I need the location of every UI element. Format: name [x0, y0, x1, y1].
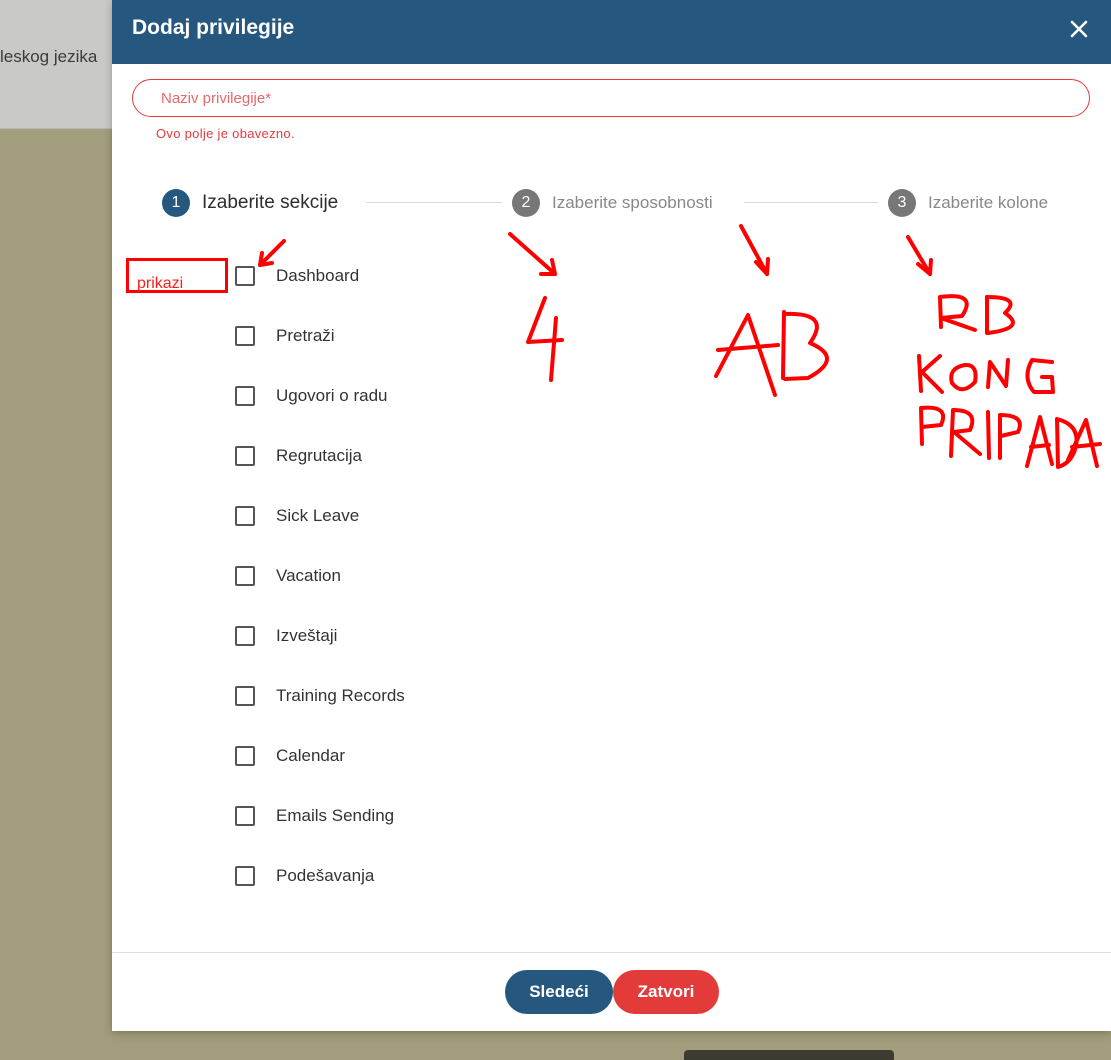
handwritten-annotations — [258, 224, 1102, 469]
annotation-handwriting-rb — [938, 294, 1015, 335]
annotation-arrow — [739, 224, 770, 276]
annotation-handwriting-4 — [526, 296, 564, 382]
annotation-arrow — [508, 232, 557, 276]
annotation-handwriting-ab — [714, 310, 829, 397]
annotation-arrow — [258, 239, 286, 267]
annotation-arrow — [906, 235, 933, 276]
annotation-handwriting-kong — [917, 354, 1055, 394]
annotation-handwriting-pripada — [919, 405, 1102, 469]
